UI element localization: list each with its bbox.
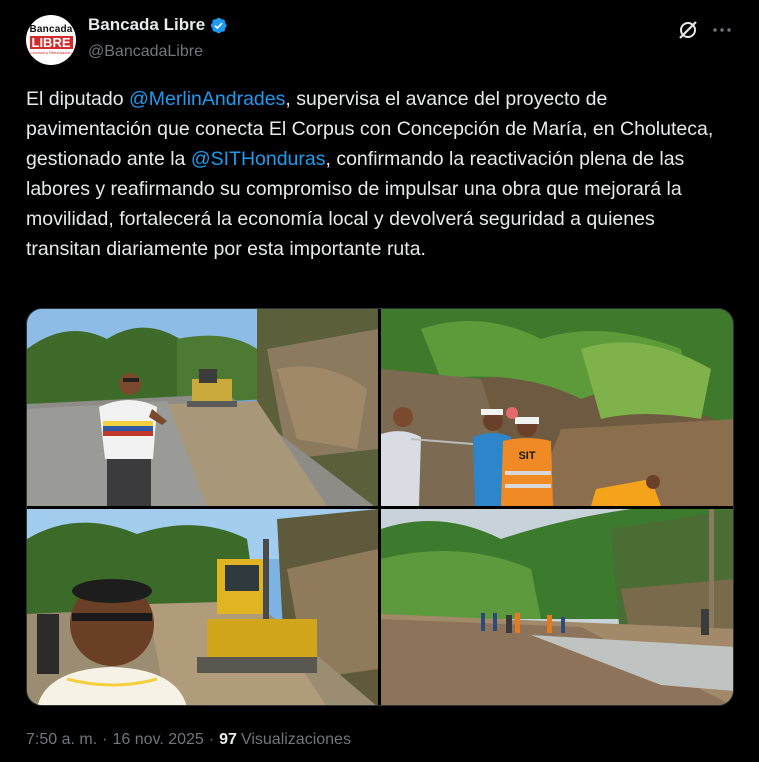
verified-badge-icon bbox=[211, 17, 227, 33]
more-icon[interactable] bbox=[710, 18, 734, 42]
vest-text: SIT bbox=[518, 450, 535, 462]
media-grid: SIT bbox=[26, 308, 734, 706]
grok-icon[interactable] bbox=[676, 18, 700, 42]
mention-sit-honduras[interactable]: @SITHonduras bbox=[191, 148, 326, 170]
post-text: El diputado @MerlinAndrades, supervisa e… bbox=[26, 84, 726, 264]
photo-1[interactable] bbox=[27, 309, 378, 506]
photo-2[interactable]: SIT bbox=[381, 309, 733, 506]
mention-merlin-andrades[interactable]: @MerlinAndrades bbox=[129, 88, 285, 110]
meta-separator: · bbox=[102, 731, 108, 748]
post-meta: 7:50 a. m. · 16 nov. 2025 · 97 Visualiza… bbox=[26, 731, 351, 749]
post: Bancada LIBRE Libertad y Refundación Ban… bbox=[0, 0, 759, 762]
meta-separator: · bbox=[208, 731, 215, 748]
photo-3[interactable] bbox=[27, 509, 378, 705]
photo-4[interactable] bbox=[381, 509, 733, 705]
avatar-logo-line1: Bancada bbox=[29, 24, 73, 35]
post-text-part-1: El diputado bbox=[26, 88, 129, 110]
post-date[interactable]: 16 nov. 2025 bbox=[112, 731, 203, 749]
avatar[interactable]: Bancada LIBRE Libertad y Refundación bbox=[26, 15, 76, 65]
views-label[interactable]: Visualizaciones bbox=[241, 731, 351, 749]
display-name[interactable]: Bancada Libre bbox=[88, 15, 205, 35]
handle[interactable]: @BancadaLibre bbox=[88, 43, 203, 61]
avatar-logo-line3: Libertad y Refundación bbox=[30, 50, 72, 55]
author-name-row: Bancada Libre bbox=[88, 15, 228, 35]
views-count[interactable]: 97 bbox=[219, 731, 237, 749]
post-time[interactable]: 7:50 a. m. bbox=[26, 731, 97, 749]
avatar-logo-line2: LIBRE bbox=[29, 35, 73, 50]
